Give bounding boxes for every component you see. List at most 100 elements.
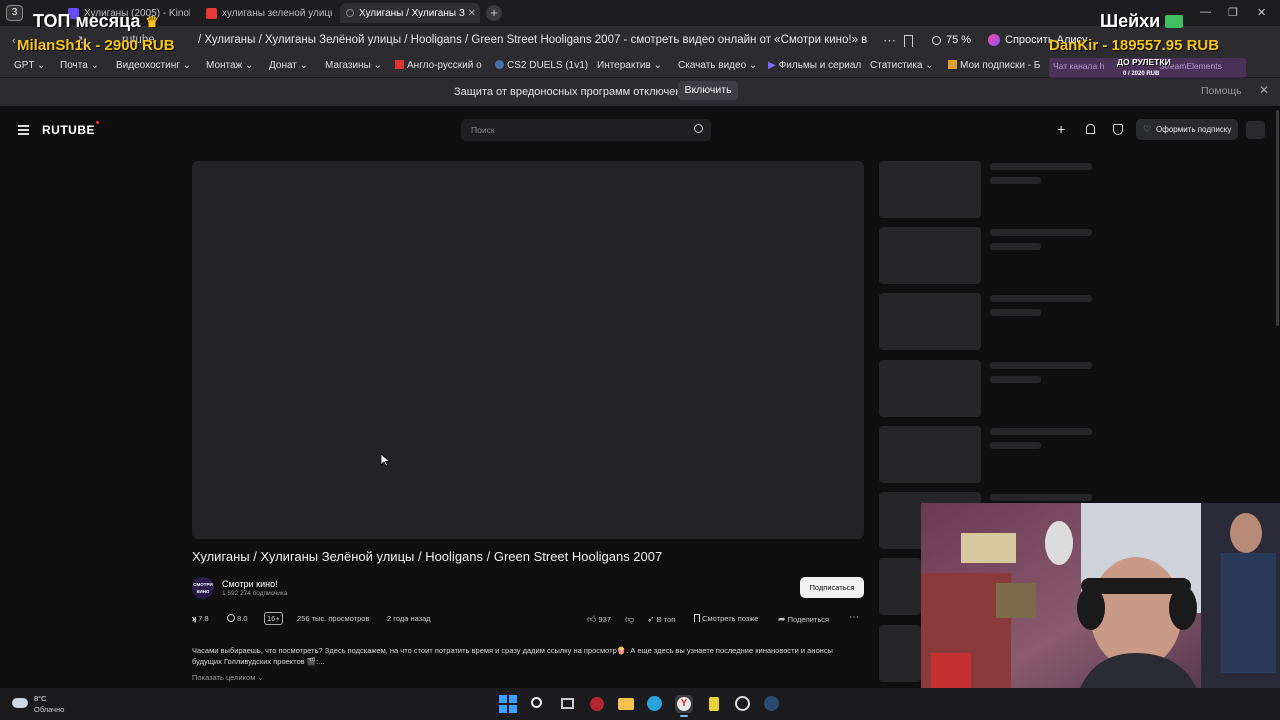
views-count: 256 тыс. просмотров xyxy=(297,614,370,623)
more-actions-icon[interactable]: ⋯ xyxy=(849,612,859,623)
bookmark-download-video[interactable]: Скачать видео ⌄ xyxy=(678,60,757,71)
video-title: Хулиганы / Хулиганы Зелёной улицы / Hool… xyxy=(192,549,663,564)
tab-count-badge[interactable]: 3 xyxy=(6,5,23,21)
bookmark-shops[interactable]: Магазины ⌄ xyxy=(325,60,382,71)
recommendation-skeleton-line xyxy=(990,428,1092,435)
window-close-icon[interactable]: ✕ xyxy=(1257,6,1266,19)
tab-label: хулиганы зеленой улицы xyxy=(222,7,332,19)
show-full-description-link[interactable]: Показать целиком ⌄ xyxy=(192,673,264,682)
rating-k-icon: ʞ xyxy=(192,614,197,623)
channel-avatar[interactable]: СМОТРИ КИНО xyxy=(192,577,214,599)
zoom-level: 75 % xyxy=(946,34,972,46)
more-options-icon[interactable]: ⋯ xyxy=(883,33,896,49)
restore-icon[interactable]: ❐ xyxy=(1228,6,1238,19)
rutube-logo[interactable]: RUTUBE xyxy=(42,121,99,137)
bookmark-mail[interactable]: Почта ⌄ xyxy=(60,60,99,71)
rating-circle-icon xyxy=(227,614,235,622)
zoom-indicator[interactable]: 75 % xyxy=(932,34,971,46)
avatar[interactable] xyxy=(1246,121,1265,139)
bookmark-interactive[interactable]: Интерактив ⌄ xyxy=(597,60,662,71)
telegram-icon[interactable] xyxy=(646,695,664,713)
dislike-button[interactable]: 👎︎ xyxy=(625,614,634,625)
recommendation-skeleton-line xyxy=(990,309,1041,316)
search-input[interactable] xyxy=(471,123,671,137)
share-button[interactable]: ➦ Поделиться xyxy=(778,614,829,625)
subscribe-button[interactable]: Подписаться xyxy=(800,577,864,598)
tab-yandex-search[interactable]: хулиганы зеленой улицы xyxy=(200,3,332,23)
minimize-icon[interactable]: — xyxy=(1200,6,1211,18)
yandex-browser-icon[interactable]: Y xyxy=(675,695,693,713)
menu-icon[interactable] xyxy=(18,125,29,135)
start-windows-icon[interactable] xyxy=(499,695,517,713)
weather-description[interactable]: Облачно xyxy=(34,705,64,714)
enable-protection-button[interactable]: Включить xyxy=(678,81,738,100)
recommendation-skeleton-line xyxy=(990,494,1092,501)
channel-name[interactable]: Смотри кино! xyxy=(222,579,278,589)
taskbar-search-icon[interactable] xyxy=(529,695,547,713)
recommendation-skeleton-thumb xyxy=(879,227,981,284)
notifications-bell-icon[interactable] xyxy=(1086,124,1095,134)
watch-later-button[interactable]: Смотреть позже xyxy=(694,614,758,623)
publish-age: 2 года назад xyxy=(387,614,431,623)
bookmark-icon[interactable] xyxy=(904,35,913,47)
bookmark-statistics[interactable]: Статистика ⌄ xyxy=(870,60,934,71)
steam-icon[interactable] xyxy=(763,695,781,713)
recommendation-skeleton-thumb xyxy=(879,426,981,483)
recommendation-skeleton-thumb xyxy=(879,360,981,417)
tab-rutube-active[interactable]: Хулиганы / Хулиганы З ✕ xyxy=(340,3,480,23)
overlay-donor-2: DanKir - 189557.95 RUB xyxy=(1049,37,1220,54)
weather-temperature[interactable]: 8°C xyxy=(34,694,47,703)
bookmark-donate[interactable]: Донат ⌄ xyxy=(269,60,308,71)
yandex-favicon-icon xyxy=(206,7,217,19)
to-top-button[interactable]: ➶ В топ xyxy=(647,614,675,625)
roulette-progress: 0 / 2020 RUB xyxy=(1123,71,1160,77)
bookmark-gpt[interactable]: GPT ⌄ xyxy=(14,60,46,71)
recommendation-skeleton-thumb xyxy=(879,625,921,682)
shield-icon[interactable] xyxy=(1113,124,1123,135)
rating-kinopoisk: ʞ 7.8 xyxy=(192,614,209,623)
mouse-cursor-icon xyxy=(381,454,390,467)
new-tab-button[interactable]: + xyxy=(486,5,502,21)
loading-favicon-icon xyxy=(346,9,354,17)
file-explorer-icon[interactable] xyxy=(617,695,635,713)
play-icon: ▶ xyxy=(768,60,776,71)
recommendation-skeleton-line xyxy=(990,243,1041,250)
heart-icon: ♡ xyxy=(1143,124,1152,134)
upload-plus-icon[interactable]: + xyxy=(1057,121,1065,137)
bookmark-small-icon xyxy=(694,614,700,622)
thumbs-up-icon: 👍︎ xyxy=(587,614,597,624)
obs-icon[interactable] xyxy=(734,695,752,713)
tab-close-icon[interactable]: ✕ xyxy=(468,8,476,19)
browser-tab-strip xyxy=(0,0,1280,26)
premium-subscribe-button[interactable]: ♡ Оформить подписку xyxy=(1136,119,1238,140)
help-link[interactable]: Помощь xyxy=(1201,85,1242,97)
weather-cloud-icon[interactable] xyxy=(12,698,28,708)
info-bar-close-icon[interactable]: ✕ xyxy=(1259,83,1269,97)
windows-taskbar xyxy=(0,688,1280,720)
search-bar xyxy=(461,119,711,141)
bookmark-dictionary[interactable]: Англо-русский о xyxy=(395,60,482,71)
bookmark-video-hosting[interactable]: Видеохостинг ⌄ xyxy=(116,60,191,71)
back-icon[interactable]: ‹ xyxy=(12,35,16,47)
bookmark-subscriptions[interactable]: Мои подписки - Б xyxy=(948,60,1040,71)
bookmark-editing[interactable]: Монтаж ⌄ xyxy=(206,60,253,71)
video-player[interactable] xyxy=(192,161,864,539)
subscriptions-icon xyxy=(948,60,957,69)
recommendation-skeleton-line xyxy=(990,163,1092,170)
recommendation-skeleton-line xyxy=(990,229,1092,236)
page-scrollbar[interactable] xyxy=(1276,110,1279,326)
bookmark-cs2-duels[interactable]: CS2 DUELS (1v1) xyxy=(495,60,588,71)
recommendation-skeleton-line xyxy=(990,442,1041,449)
address-field[interactable]: / Хулиганы / Хулиганы Зелёной улицы / Ho… xyxy=(198,34,868,46)
task-view-icon[interactable] xyxy=(558,695,576,713)
app-yellow-icon[interactable] xyxy=(705,695,723,713)
search-icon[interactable] xyxy=(694,124,703,133)
recommendation-skeleton-thumb xyxy=(879,161,981,218)
like-button[interactable]: 👍︎ 937 xyxy=(587,614,611,625)
info-bar-text: Защита от вредоносных программ отключена xyxy=(454,86,688,98)
app-red-icon[interactable] xyxy=(588,695,606,713)
overlay-top-month: ТОП месяца ♛ xyxy=(33,11,159,31)
zoom-search-icon xyxy=(932,35,941,45)
recommendation-skeleton-line xyxy=(990,362,1092,369)
bookmark-movies[interactable]: ▶ Фильмы и сериал xyxy=(768,60,861,71)
